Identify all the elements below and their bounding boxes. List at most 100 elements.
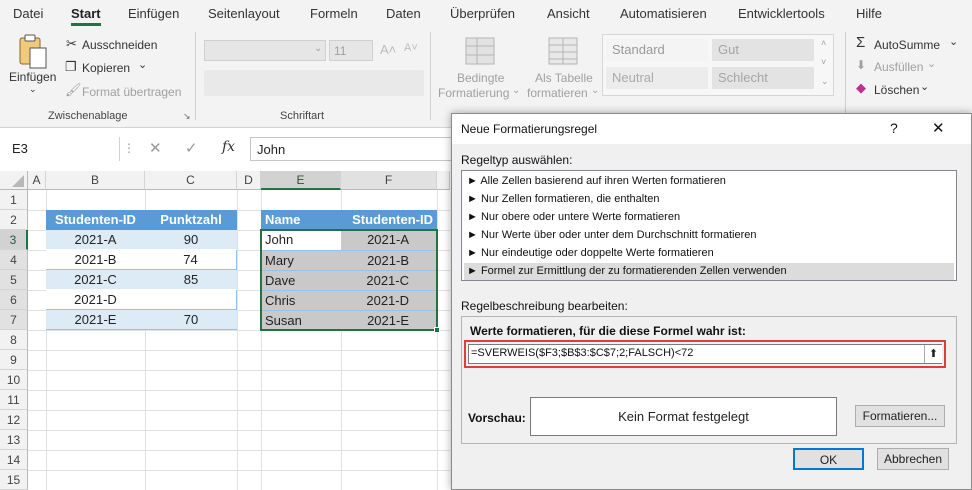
chevron-down-icon[interactable]: ⌄ [138, 58, 147, 71]
gallery-up-icon[interactable]: ˄ [821, 38, 826, 48]
chevron-down-icon[interactable]: ⌄ [512, 85, 520, 96]
table1-cell[interactable]: 2021-D [46, 290, 145, 310]
column-header-b[interactable]: B [46, 171, 145, 190]
tab-seitenlayout[interactable]: Seitenlayout [208, 6, 280, 21]
clear-button[interactable]: Löschen [874, 83, 919, 97]
chevron-down-icon[interactable]: ⌄ [920, 80, 929, 93]
table1-cell[interactable] [145, 290, 237, 310]
row-header-10[interactable]: 10 [0, 370, 28, 390]
table1-cell[interactable]: 74 [145, 250, 237, 270]
column-header-d[interactable]: D [237, 171, 261, 190]
style-neutral[interactable]: Neutral [606, 67, 708, 89]
row-header-11[interactable]: 11 [0, 390, 28, 410]
cond-format-label-2[interactable]: Formatierung [438, 86, 509, 100]
tab-entwicklertools[interactable]: Entwicklertools [738, 6, 825, 21]
ok-button[interactable]: OK [793, 448, 864, 470]
column-header-a[interactable]: A [28, 171, 46, 190]
autosum-button[interactable]: AutoSumme [874, 38, 940, 52]
select-all-corner[interactable] [0, 171, 28, 190]
chevron-down-icon[interactable]: ⌄ [927, 57, 936, 70]
gallery-more-icon[interactable]: ⌄ [821, 76, 829, 87]
style-standard[interactable]: Standard [606, 39, 708, 61]
row-header-9[interactable]: 9 [0, 350, 28, 370]
menu-bar: Datei Start Einfügen Seitenlayout Formel… [0, 0, 972, 26]
row-header-7[interactable]: 7 [0, 310, 28, 330]
clipboard-icon [19, 34, 47, 69]
table1-header-score[interactable]: Punktzahl [145, 210, 237, 230]
format-painter-button[interactable]: Format übertragen [82, 85, 181, 99]
table1-cell[interactable]: 85 [145, 270, 237, 290]
cancel-button[interactable]: Abbrechen [877, 448, 949, 470]
row-header-13[interactable]: 13 [0, 430, 28, 450]
gallery-down-icon[interactable]: ˅ [821, 57, 826, 67]
name-box-dropdown-icon[interactable]: ⋮ [123, 141, 135, 155]
table1-cell[interactable]: 2021-A [46, 230, 145, 250]
fill-handle[interactable] [434, 327, 440, 333]
row-header-1[interactable]: 1 [0, 190, 28, 210]
tab-ansicht[interactable]: Ansicht [547, 6, 590, 21]
font-size-box[interactable]: 11 [329, 40, 373, 61]
collapse-dialog-icon[interactable]: ⬆ [924, 345, 942, 363]
dialog-launcher-icon[interactable]: ↘ [183, 111, 191, 122]
rule-type-item-selected[interactable]: ► Formel zur Ermittlung der zu formatier… [464, 263, 954, 280]
help-button[interactable]: ? [890, 120, 898, 136]
table1-cell[interactable]: 90 [145, 230, 237, 250]
tab-hilfe[interactable]: Hilfe [856, 6, 882, 21]
cut-button[interactable]: Ausschneiden [82, 38, 157, 52]
column-header-f[interactable]: F [341, 171, 437, 190]
column-header-e[interactable]: E [261, 171, 341, 190]
tab-daten[interactable]: Daten [386, 6, 421, 21]
chevron-down-icon[interactable]: ⌄ [949, 35, 958, 48]
table1-cell[interactable]: 2021-E [46, 310, 145, 330]
table1-cell[interactable]: 2021-B [46, 250, 145, 270]
row-header-4[interactable]: 4 [0, 250, 28, 270]
row-header-6[interactable]: 6 [0, 290, 28, 310]
grow-font-icon[interactable]: A˄ [380, 42, 400, 58]
check-icon[interactable]: ✓ [185, 139, 198, 157]
column-header-g[interactable] [437, 171, 450, 190]
row-header-3[interactable]: 3 [0, 230, 28, 250]
tab-automatisieren[interactable]: Automatisieren [620, 6, 707, 21]
tab-datei[interactable]: Datei [13, 6, 43, 21]
font-name-box[interactable] [204, 40, 326, 61]
as-table-label-1[interactable]: Als Tabelle [535, 71, 593, 85]
preview-label: Vorschau: [468, 411, 526, 425]
paste-dropdown[interactable]: ⌄ [29, 84, 37, 95]
format-button[interactable]: Formatieren... [855, 405, 945, 427]
style-schlecht[interactable]: Schlecht [712, 67, 814, 89]
chevron-down-icon[interactable]: ⌄ [591, 85, 599, 96]
fill-button[interactable]: Ausfüllen [874, 60, 923, 74]
tab-start[interactable]: Start [71, 6, 101, 21]
cond-format-label-1[interactable]: Bedingte [457, 71, 504, 85]
tab-ueberpruefen[interactable]: Überprüfen [450, 6, 515, 21]
shrink-font-icon[interactable]: A˅ [404, 42, 424, 58]
row-header-5[interactable]: 5 [0, 270, 28, 290]
rule-type-item[interactable]: ► Alle Zellen basierend auf ihren Werten… [464, 173, 954, 190]
cancel-icon[interactable]: ✕ [149, 139, 162, 157]
table2-header-id[interactable]: Studenten-ID [341, 210, 437, 230]
fx-icon[interactable]: fx [222, 139, 235, 155]
rule-type-item[interactable]: ► Nur eindeutige oder doppelte Werte for… [464, 245, 954, 262]
close-button[interactable]: ✕ [932, 119, 945, 137]
copy-button[interactable]: Kopieren [82, 61, 130, 75]
table2-header-name[interactable]: Name [261, 210, 341, 230]
chevron-down-icon[interactable]: ⌄ [314, 43, 322, 54]
row-header-8[interactable]: 8 [0, 330, 28, 350]
row-header-15[interactable]: 15 [0, 470, 28, 490]
style-gut[interactable]: Gut [712, 39, 814, 61]
column-header-c[interactable]: C [145, 171, 237, 190]
row-header-2[interactable]: 2 [0, 210, 28, 230]
row-header-12[interactable]: 12 [0, 410, 28, 430]
rule-type-item[interactable]: ► Nur Werte über oder unter dem Durchsch… [464, 227, 954, 244]
table1-cell[interactable]: 2021-C [46, 270, 145, 290]
as-table-label-2[interactable]: formatieren [527, 86, 588, 100]
tab-einfuegen[interactable]: Einfügen [128, 6, 179, 21]
tab-formeln[interactable]: Formeln [310, 6, 358, 21]
name-box[interactable]: E3 [6, 137, 120, 161]
table1-cell[interactable]: 70 [145, 310, 237, 330]
row-header-14[interactable]: 14 [0, 450, 28, 470]
rule-type-item[interactable]: ► Nur Zellen formatieren, die enthalten [464, 191, 954, 208]
formula-rule-text: =SVERWEIS($F3;$B$3:$C$7;2;FALSCH)<72 [471, 347, 694, 359]
table1-header-id[interactable]: Studenten-ID [46, 210, 145, 230]
rule-type-item[interactable]: ► Nur obere oder untere Werte formatiere… [464, 209, 954, 226]
